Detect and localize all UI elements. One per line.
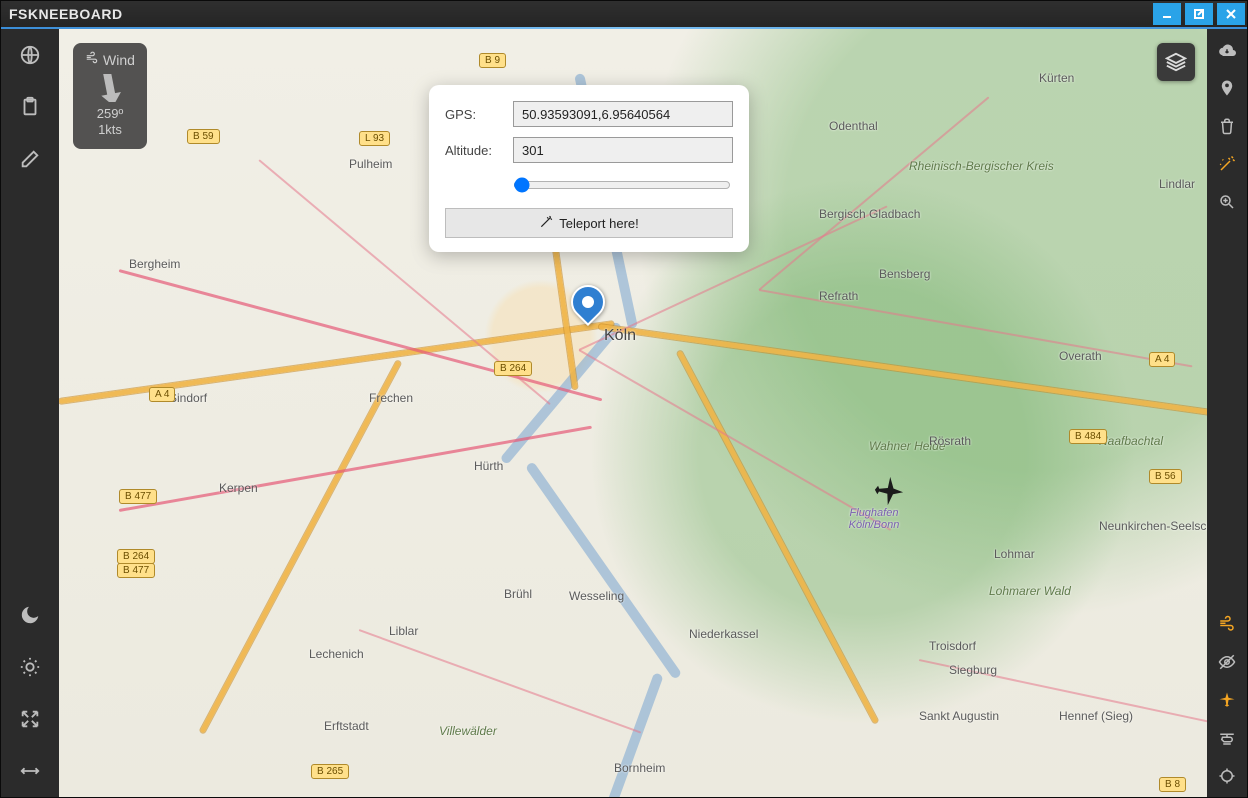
route-badge: B 264 xyxy=(494,361,532,376)
minimize-button[interactable] xyxy=(1153,3,1181,25)
teleport-button[interactable]: Teleport here! xyxy=(445,208,733,238)
place-label: Frechen xyxy=(369,391,413,405)
route-badge: B 56 xyxy=(1149,469,1182,484)
place-label: Bergisch Gladbach xyxy=(819,207,920,221)
teleport-popup: GPS: Altitude: Teleport here! xyxy=(429,85,749,252)
close-button[interactable] xyxy=(1217,3,1245,25)
hresize-icon[interactable] xyxy=(18,759,42,783)
place-label: Pulheim xyxy=(349,157,392,171)
route-badge: B 264 xyxy=(117,549,155,564)
globe-icon[interactable] xyxy=(18,43,42,67)
left-sidebar xyxy=(1,29,59,797)
layers-button[interactable] xyxy=(1157,43,1195,81)
map[interactable]: Köln Flughafen Köln/Bonn Bergheim Pulheim… xyxy=(59,29,1207,797)
place-label: Kerpen xyxy=(219,481,258,495)
pin-icon xyxy=(564,278,612,326)
wind-widget: Wind 259º 1kts xyxy=(73,43,147,149)
altitude-input[interactable] xyxy=(513,137,733,163)
place-label: Brühl xyxy=(504,587,532,601)
aircraft-icon xyxy=(871,473,908,510)
place-label: Naafbachtal xyxy=(1099,434,1163,448)
gps-label: GPS: xyxy=(445,107,503,122)
route-badge: B 8 xyxy=(1159,777,1186,792)
app-body: Köln Flughafen Köln/Bonn Bergheim Pulheim… xyxy=(1,29,1247,797)
clipboard-icon[interactable] xyxy=(18,95,42,119)
airport-label: Flughafen Köln/Bonn xyxy=(839,507,909,531)
moon-icon[interactable] xyxy=(18,603,42,627)
place-label: Rheinisch-Bergischer Kreis xyxy=(909,159,1054,173)
magic-wand-icon[interactable] xyxy=(1216,153,1238,175)
place-label: Overath xyxy=(1059,349,1102,363)
gps-input[interactable] xyxy=(513,101,733,127)
city-label-koeln: Köln xyxy=(604,327,636,345)
popout-button[interactable] xyxy=(1185,3,1213,25)
right-sidebar xyxy=(1207,29,1247,797)
place-label: Sankt Augustin xyxy=(919,709,999,723)
magic-wand-icon xyxy=(539,215,553,232)
wind-speed: 1kts xyxy=(79,122,141,138)
place-label: Neunkirchen-Seelscheid xyxy=(1099,519,1207,533)
wind-direction: 259º xyxy=(79,106,141,122)
route-badge: B 477 xyxy=(117,563,155,578)
place-label: Lechenich xyxy=(309,647,364,661)
edit-icon[interactable] xyxy=(18,147,42,171)
expand-icon[interactable] xyxy=(18,707,42,731)
crosshair-icon[interactable] xyxy=(1216,765,1238,787)
map-pin-icon[interactable] xyxy=(1216,77,1238,99)
zoom-in-icon[interactable] xyxy=(1216,191,1238,213)
altitude-label: Altitude: xyxy=(445,143,503,158)
place-label: Erftstadt xyxy=(324,719,369,733)
route-badge: B 477 xyxy=(119,489,157,504)
place-label: Bergheim xyxy=(129,257,180,271)
cloud-download-icon[interactable] xyxy=(1216,39,1238,61)
eye-off-icon[interactable] xyxy=(1216,651,1238,673)
route-badge: A 4 xyxy=(149,387,175,402)
sun-icon[interactable] xyxy=(18,655,42,679)
place-label: Troisdorf xyxy=(929,639,976,653)
wind-icon xyxy=(85,51,99,68)
place-label: Hennef (Sieg) xyxy=(1059,709,1133,723)
helicopter-icon[interactable] xyxy=(1216,727,1238,749)
altitude-slider[interactable] xyxy=(513,177,731,193)
place-label: Siegburg xyxy=(949,663,997,677)
place-label: Rösrath xyxy=(929,434,971,448)
route-badge: L 93 xyxy=(359,131,390,146)
route-badge: B 484 xyxy=(1069,429,1107,444)
place-label: Lohmar xyxy=(994,547,1035,561)
wind-label: Wind xyxy=(103,52,135,68)
place-label: Lohmarer Wald xyxy=(989,584,1071,598)
place-label: Bensberg xyxy=(879,267,930,281)
route-badge: B 9 xyxy=(479,53,506,68)
place-label: Odenthal xyxy=(829,119,878,133)
place-label: Niederkassel xyxy=(689,627,758,641)
teleport-button-label: Teleport here! xyxy=(559,216,639,231)
place-label: Wesseling xyxy=(569,589,624,603)
place-label: Bornheim xyxy=(614,761,665,775)
plane-toggle-icon[interactable] xyxy=(1216,689,1238,711)
route-badge: A 4 xyxy=(1149,352,1175,367)
place-label: Hürth xyxy=(474,459,503,473)
trash-icon[interactable] xyxy=(1216,115,1238,137)
titlebar[interactable]: FSKNEEBOARD xyxy=(1,1,1247,29)
place-label: Liblar xyxy=(389,624,418,638)
app-window: FSKNEEBOARD xyxy=(0,0,1248,798)
route-badge: B 59 xyxy=(187,129,220,144)
wind-arrow-icon xyxy=(90,74,130,102)
map-marker[interactable] xyxy=(571,285,607,335)
place-label: Refrath xyxy=(819,289,858,303)
place-label: Kürten xyxy=(1039,71,1074,85)
wind-toggle-icon[interactable] xyxy=(1216,613,1238,635)
place-label: Villewälder xyxy=(439,724,497,738)
route-badge: B 265 xyxy=(311,764,349,779)
app-title: FSKNEEBOARD xyxy=(9,6,123,22)
place-label: Lindlar xyxy=(1159,177,1195,191)
